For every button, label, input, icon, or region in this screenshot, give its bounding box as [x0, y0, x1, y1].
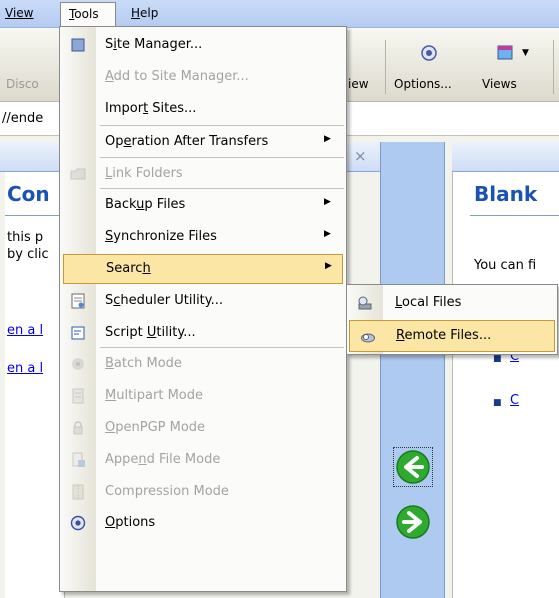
submenu-arrow-icon: ▶: [325, 261, 332, 271]
link-folders-icon: [70, 166, 86, 182]
pane-divider: [5, 215, 65, 216]
submenu-item-remote-files[interactable]: Remote Files...: [349, 320, 555, 352]
toolbar-view-label[interactable]: iew: [348, 77, 369, 91]
menu-item-label: Batch Mode: [105, 356, 182, 371]
remote-files-icon: [360, 329, 376, 345]
right-pane-text: You can fi: [474, 258, 537, 273]
menu-item-label: Operation After Transfers: [105, 134, 269, 149]
menu-item-label: Backup Files: [105, 197, 186, 212]
right-pane-link[interactable]: C: [510, 393, 519, 408]
pane-divider: [470, 215, 559, 216]
submenu-arrow-icon: ▶: [324, 229, 331, 239]
menu-item-synchronize-files[interactable]: Synchronize Files ▶: [60, 222, 346, 252]
left-pane-link[interactable]: en a l: [7, 361, 43, 376]
toolbar-separator: [385, 40, 386, 94]
menu-item-add-to-site-manager[interactable]: Add to Site Manager...: [60, 62, 346, 92]
menu-item-backup-files[interactable]: Backup Files ▶: [60, 190, 346, 220]
scheduler-icon: [70, 293, 86, 309]
menu-item-multipart-mode[interactable]: Multipart Mode: [60, 381, 346, 411]
menu-help-label: Help: [131, 6, 159, 20]
menu-item-compression-mode[interactable]: Compression Mode: [60, 477, 346, 507]
right-task-pane: Blank You can fi ■ C ■ C: [452, 172, 559, 598]
menu-item-label: Synchronize Files: [105, 229, 217, 244]
batch-mode-icon: [70, 356, 86, 372]
menu-item-label: Compression Mode: [105, 484, 229, 499]
left-pane-link[interactable]: en a l: [7, 323, 43, 338]
menu-item-import-sites[interactable]: Import Sites...: [60, 94, 346, 124]
menu-item-script-utility[interactable]: Script Utility...: [60, 318, 346, 348]
menu-item-label: Search: [106, 261, 151, 276]
submenu-arrow-icon: ▶: [324, 134, 331, 144]
toolbar-disconnect-label[interactable]: Disco: [6, 77, 39, 91]
options-toolbar-label: Options...: [394, 77, 452, 91]
compression-icon: [70, 484, 86, 500]
menu-item-batch-mode[interactable]: Batch Mode: [60, 349, 346, 379]
menu-item-label: Site Manager...: [105, 37, 203, 52]
menu-item-link-folders[interactable]: Link Folders: [60, 159, 346, 189]
bullet-icon: ■: [493, 398, 502, 408]
views-icon: [497, 45, 513, 60]
menu-item-label: Append File Mode: [105, 452, 221, 467]
menu-item-site-manager[interactable]: Site Manager...: [60, 30, 346, 60]
multipart-icon: [70, 388, 86, 404]
transfer-buttons-pane: [380, 142, 445, 598]
menu-item-label: OpenPGP Mode: [105, 420, 206, 435]
submenu-arrow-icon: ▶: [324, 197, 331, 207]
menu-item-search[interactable]: Search ▶: [63, 254, 343, 284]
arrow-left-icon: [396, 450, 430, 484]
views-dropdown-arrow-icon[interactable]: ▼: [522, 48, 529, 58]
options-icon: [70, 515, 86, 531]
site-manager-icon: [70, 37, 86, 53]
lock-icon: [70, 420, 86, 436]
menu-item-label: Multipart Mode: [105, 388, 203, 403]
options-icon: [421, 45, 437, 61]
options-toolbar-button[interactable]: Options...: [390, 36, 470, 96]
menu-view[interactable]: View: [5, 6, 33, 20]
menu-separator: [100, 125, 344, 126]
submenu-item-local-files[interactable]: Local Files: [347, 287, 557, 319]
left-task-pane: Con this p by clic en a l en a l: [5, 172, 65, 598]
menu-item-label: Script Utility...: [105, 325, 196, 340]
script-icon: [70, 325, 86, 341]
menu-item-label: Add to Site Manager...: [105, 69, 249, 84]
menu-item-options[interactable]: Options: [60, 508, 346, 538]
submenu-item-label: Remote Files...: [396, 328, 492, 343]
right-pane-title: Blank: [474, 182, 538, 206]
menu-item-operation-after-transfers[interactable]: Operation After Transfers ▶: [60, 127, 346, 157]
views-toolbar-button[interactable]: ▼ Views: [478, 36, 548, 96]
transfer-right-button[interactable]: [395, 504, 433, 542]
address-input[interactable]: //ende: [2, 111, 43, 126]
menu-item-label: Link Folders: [105, 166, 183, 181]
tools-dropdown-menu: Site Manager... Add to Site Manager... Imp…: [59, 26, 347, 592]
menu-tools[interactable]: Tools: [60, 2, 116, 28]
menu-help[interactable]: Help: [131, 6, 158, 20]
submenu-item-label: Local Files: [395, 295, 462, 310]
menu-tools-label: Tools: [69, 7, 99, 21]
menu-item-openpgp-mode[interactable]: OpenPGP Mode: [60, 413, 346, 443]
menu-item-label: Import Sites...: [105, 101, 197, 116]
menu-item-scheduler-utility[interactable]: Scheduler Utility...: [60, 286, 346, 316]
toolbar-separator: [553, 40, 554, 94]
search-submenu: Local Files Remote Files...: [346, 284, 558, 355]
right-pane-tabstrip: [452, 142, 559, 172]
menu-item-label: Options: [105, 515, 156, 530]
menu-item-append-file-mode[interactable]: Append File Mode: [60, 445, 346, 475]
menu-bar: View Tools Help: [0, 0, 559, 28]
close-icon[interactable]: ×: [354, 147, 367, 165]
menu-item-label: Scheduler Utility...: [105, 293, 224, 308]
left-pane-title: Con: [7, 182, 50, 206]
bullet-icon: ■: [493, 354, 502, 364]
arrow-right-icon: [396, 505, 430, 539]
local-files-icon: [357, 295, 373, 311]
left-pane-text: this p: [7, 230, 44, 245]
transfer-left-button[interactable]: [393, 447, 433, 487]
left-pane-text: by clic: [7, 247, 49, 262]
menu-separator: [100, 157, 344, 158]
views-toolbar-label: Views: [482, 77, 517, 91]
append-file-icon: [70, 452, 86, 468]
